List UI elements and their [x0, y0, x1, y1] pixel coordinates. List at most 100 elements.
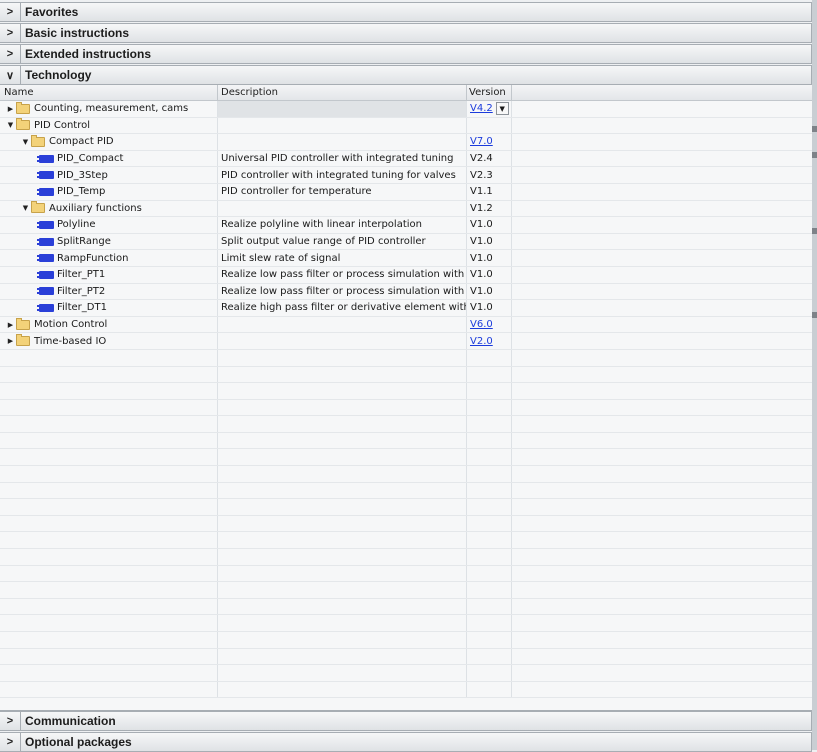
row-version[interactable]: V4.2 — [470, 103, 493, 114]
empty-row — [0, 349, 812, 367]
empty-row — [0, 366, 812, 384]
function-block-icon — [37, 187, 54, 196]
empty-row — [0, 648, 812, 666]
section-technology[interactable]: ∨ Technology — [0, 65, 812, 85]
row-description: Split output value range of PID controll… — [221, 236, 426, 248]
row-version: V2.4 — [470, 153, 493, 165]
function-block-icon — [37, 287, 54, 296]
technology-instruction-panel: Name Description Version ▶ Counting, meas… — [0, 85, 812, 711]
tree-row-rampfunction[interactable]: RampFunction Limit slew rate of signal V1.… — [0, 250, 812, 267]
instruction-tree: ▶ Counting, measurement, cams V4.2 ▼ ▼ PID Co… — [0, 101, 812, 699]
row-name: PID_Compact — [57, 153, 124, 165]
tree-row-counting-measurement-cams[interactable]: ▶ Counting, measurement, cams V4.2 ▼ — [0, 101, 812, 118]
empty-row — [0, 449, 812, 467]
tree-row-filter-pt1[interactable]: Filter_PT1 Realize low pass filter or pro… — [0, 266, 812, 284]
empty-row — [0, 515, 812, 533]
empty-row — [0, 665, 812, 682]
chevron-right-icon[interactable]: > — [0, 6, 20, 18]
tree-row-pid-temp[interactable]: PID_Temp PID controller for temperature V1… — [0, 183, 812, 201]
tree-row-splitrange[interactable]: SplitRange Split output value range of PI… — [0, 233, 812, 251]
row-name: PID_3Step — [57, 169, 108, 181]
chevron-right-icon[interactable]: > — [0, 27, 20, 39]
empty-row — [0, 549, 812, 566]
tree-row-auxiliary-functions[interactable]: ▼ Auxiliary functions V1.2 — [0, 200, 812, 218]
row-name: Filter_PT1 — [57, 269, 106, 281]
row-name: RampFunction — [57, 252, 129, 264]
tree-row-time-based-io[interactable]: ▶ Time-based IO V2.0 — [0, 333, 812, 350]
chevron-right-icon[interactable]: > — [0, 715, 20, 727]
row-version: V2.3 — [470, 169, 493, 181]
empty-row — [0, 432, 812, 450]
tree-row-pid-compact[interactable]: PID_Compact Universal PID controller with… — [0, 150, 812, 168]
folder-icon — [16, 317, 30, 330]
function-block-icon — [37, 220, 54, 229]
row-version: V1.0 — [470, 285, 493, 297]
empty-row — [0, 565, 812, 583]
expand-arrow-icon[interactable]: ▶ — [5, 105, 16, 113]
column-header-description[interactable]: Description — [221, 87, 278, 98]
empty-row — [0, 466, 812, 483]
row-version[interactable]: V2.0 — [470, 336, 493, 347]
function-block-icon — [37, 171, 54, 180]
tree-row-polyline[interactable]: Polyline Realize polyline with linear int… — [0, 217, 812, 234]
right-splitter-bar[interactable] — [812, 0, 817, 750]
row-version: V1.0 — [470, 236, 493, 248]
chevron-right-icon[interactable]: > — [0, 736, 20, 748]
chevron-right-icon[interactable]: > — [0, 48, 20, 60]
tree-row-filter-pt2[interactable]: Filter_PT2 Realize low pass filter or pro… — [0, 283, 812, 301]
row-version: V1.1 — [470, 186, 493, 198]
tree-row-pid-3step[interactable]: PID_3Step PID controller with integrated … — [0, 167, 812, 184]
row-version: V1.0 — [470, 302, 493, 314]
row-description: Limit slew rate of signal — [221, 252, 341, 264]
row-name: Counting, measurement, cams — [34, 103, 189, 115]
column-header-row: Name Description Version — [0, 85, 812, 101]
tree-row-pid-control[interactable]: ▼ PID Control — [0, 117, 812, 135]
folder-icon — [31, 201, 45, 214]
row-name: PID Control — [34, 119, 91, 131]
expand-arrow-icon[interactable]: ▶ — [5, 321, 16, 329]
collapse-arrow-icon[interactable]: ▼ — [20, 138, 31, 146]
row-name: Compact PID — [49, 136, 114, 148]
row-name: PID_Temp — [57, 186, 106, 198]
collapse-arrow-icon[interactable]: ▼ — [20, 204, 31, 212]
tree-row-compact-pid[interactable]: ▼ Compact PID V7.0 — [0, 134, 812, 151]
section-communication[interactable]: > Communication — [0, 711, 812, 731]
row-description: PID controller with integrated tuning fo… — [221, 169, 456, 181]
section-extended-instructions[interactable]: > Extended instructions — [0, 44, 812, 64]
row-version[interactable]: V7.0 — [470, 136, 493, 147]
row-version: V1.0 — [470, 219, 493, 231]
version-dropdown-icon[interactable]: ▼ — [495, 102, 509, 116]
function-block-icon — [37, 154, 54, 163]
section-basic-instructions[interactable]: > Basic instructions — [0, 23, 812, 43]
section-optional-packages[interactable]: > Optional packages — [0, 732, 812, 752]
function-block-icon — [37, 237, 54, 246]
row-name: Polyline — [57, 219, 96, 231]
row-description: Realize high pass filter or derivative e… — [221, 302, 466, 314]
column-header-version[interactable]: Version — [469, 87, 506, 98]
section-label: Extended instructions — [25, 47, 152, 61]
empty-row — [0, 582, 812, 599]
empty-row — [0, 598, 812, 616]
row-version[interactable]: V6.0 — [470, 319, 493, 330]
row-name: SplitRange — [57, 236, 111, 248]
empty-row — [0, 615, 812, 632]
empty-row — [0, 399, 812, 417]
collapse-arrow-icon[interactable]: ▼ — [5, 121, 16, 129]
function-block-icon — [37, 254, 54, 263]
chevron-down-icon[interactable]: ∨ — [0, 69, 20, 82]
function-block-icon — [37, 270, 54, 279]
row-name: Filter_DT1 — [57, 302, 107, 314]
empty-row — [0, 383, 812, 400]
folder-icon — [31, 134, 45, 147]
empty-row — [0, 681, 812, 699]
folder-icon — [16, 118, 30, 131]
tree-row-filter-dt1[interactable]: Filter_DT1 Realize high pass filter or de… — [0, 300, 812, 317]
row-description: Realize polyline with linear interpolati… — [221, 219, 422, 231]
empty-row — [0, 416, 812, 433]
section-favorites[interactable]: > Favorites — [0, 2, 812, 22]
row-name: Auxiliary functions — [49, 202, 142, 214]
column-header-name[interactable]: Name — [4, 87, 34, 98]
tree-row-motion-control[interactable]: ▶ Motion Control V6.0 — [0, 316, 812, 334]
empty-row — [0, 532, 812, 550]
expand-arrow-icon[interactable]: ▶ — [5, 337, 16, 345]
